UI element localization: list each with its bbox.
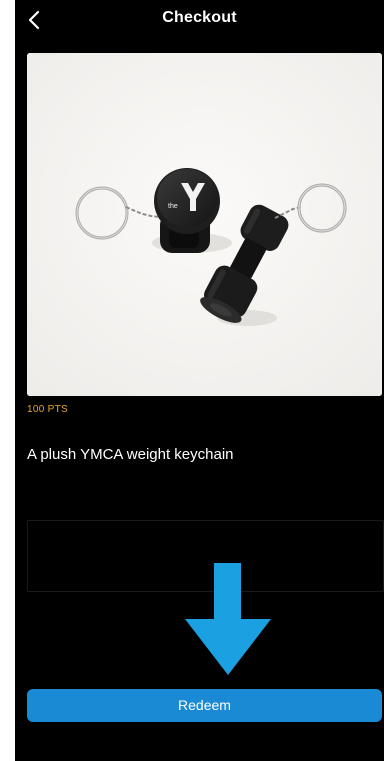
points-price: 100 PTS — [27, 404, 69, 415]
redeem-button[interactable]: Redeem — [27, 689, 382, 722]
keychain-image: the — [27, 53, 382, 396]
svg-text:the: the — [168, 203, 178, 210]
page-title: Checkout — [162, 9, 237, 26]
product-image: the — [27, 53, 382, 396]
arrow-down-icon — [185, 563, 271, 675]
navigation-bar: Checkout — [15, 0, 384, 44]
product-description: A plush YMCA weight keychain — [27, 446, 234, 463]
checkout-screen: Checkout the 100 PTS A plush YMCA weight… — [15, 0, 384, 761]
